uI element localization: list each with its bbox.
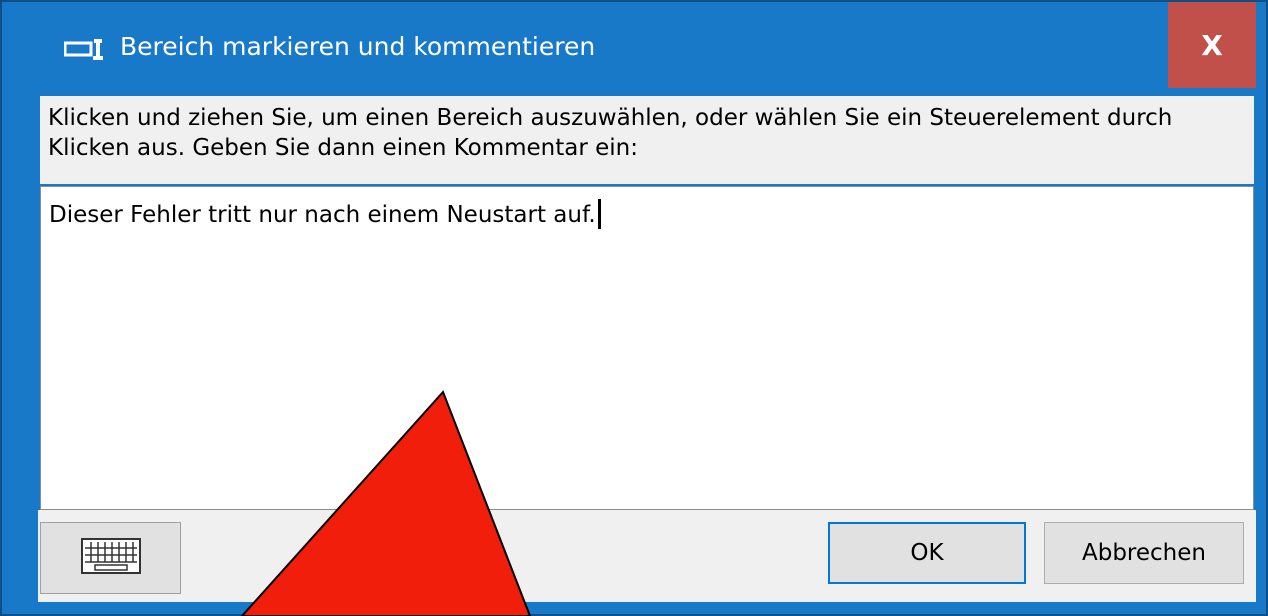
annotation-arrow bbox=[240, 390, 532, 616]
